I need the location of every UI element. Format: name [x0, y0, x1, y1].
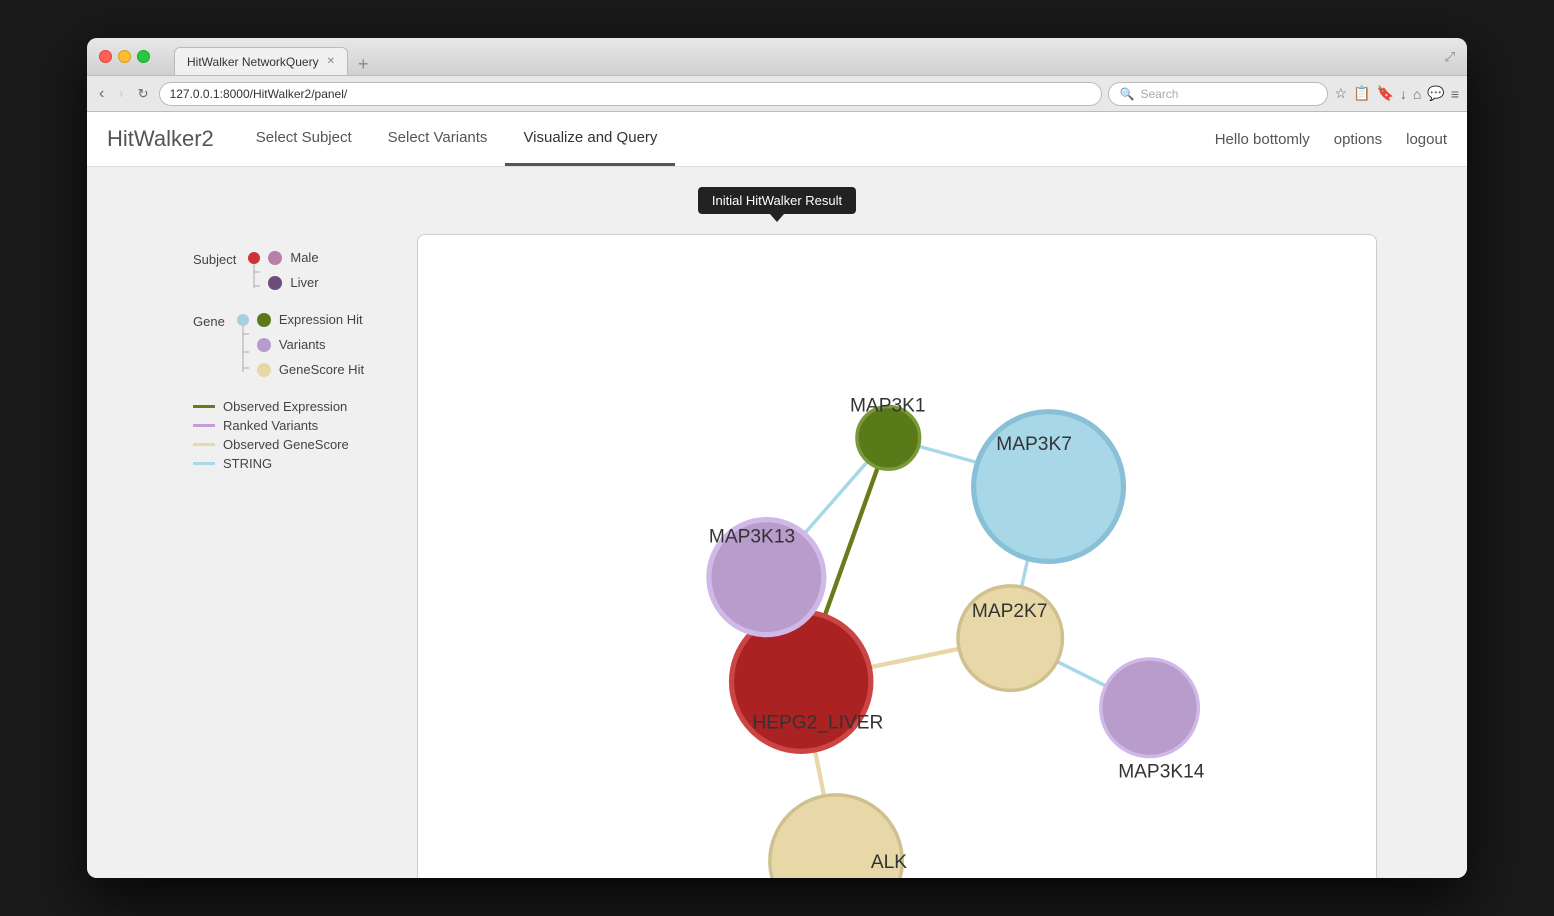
expand-icon: ⤢: [1445, 49, 1455, 65]
observed-genescore-label: Observed GeneScore: [223, 437, 349, 452]
liver-node-icon: [268, 276, 282, 290]
legend-gene-section: Gene Expression Hit: [193, 312, 401, 383]
gene-tree-lines: [235, 312, 251, 378]
subject-tree-nodes: Male Liver: [268, 250, 318, 296]
legend-row-liver: Liver: [268, 275, 318, 290]
logout-link[interactable]: logout: [1406, 131, 1447, 148]
window-controls: [99, 50, 150, 63]
gene-label: Gene: [193, 312, 225, 329]
app-navbar: HitWalker2 Select Subject Select Variant…: [87, 112, 1467, 167]
tooltip-arrow: [770, 214, 784, 222]
expression-label: Expression Hit: [279, 312, 363, 327]
svg-text:MAP3K14: MAP3K14: [1118, 761, 1205, 782]
variants-node-icon: [257, 338, 271, 352]
back-button[interactable]: ‹: [95, 83, 108, 105]
legend-observed-genescore: Observed GeneScore: [193, 437, 401, 452]
svg-text:MAP3K1: MAP3K1: [850, 396, 926, 417]
content-layout: Subject Male: [177, 234, 1377, 878]
browser-window: HitWalker NetworkQuery ✕ + ⤢ ‹ › ↻ 127.0…: [87, 38, 1467, 878]
observed-expression-line: [193, 405, 215, 408]
addressbar: ‹ › ↻ 127.0.0.1:8000/HitWalker2/panel/ 🔍…: [87, 76, 1467, 112]
network-panel[interactable]: HEPG2_LIVER MAP3K13 MAP3K1 MAP3K7 MAP2K7: [417, 234, 1377, 878]
string-line: [193, 462, 215, 465]
nav-visualize-query[interactable]: Visualize and Query: [505, 112, 675, 166]
legend-panel: Subject Male: [177, 234, 417, 878]
user-label: Hello bottomly: [1215, 131, 1310, 148]
new-tab-button[interactable]: +: [352, 54, 375, 75]
subject-label: Subject: [193, 250, 236, 267]
svg-text:MAP3K13: MAP3K13: [709, 526, 795, 547]
minimize-button[interactable]: [118, 50, 131, 63]
titlebar: HitWalker NetworkQuery ✕ + ⤢: [87, 38, 1467, 76]
search-bar[interactable]: 🔍 Search: [1108, 82, 1328, 106]
legend-row-variants: Variants: [257, 337, 364, 352]
genescore-label: GeneScore Hit: [279, 362, 364, 377]
tab-close-icon[interactable]: ✕: [327, 56, 335, 67]
svg-text:MAP2K7: MAP2K7: [972, 601, 1048, 622]
legend-row-male: Male: [268, 250, 318, 265]
gene-tree-nodes: Expression Hit Variants GeneScore Hit: [257, 312, 364, 383]
ranked-variants-line: [193, 424, 215, 427]
app-content: HitWalker2 Select Subject Select Variant…: [87, 112, 1467, 878]
ranked-variants-label: Ranked Variants: [223, 418, 318, 433]
liver-label: Liver: [290, 275, 318, 290]
app-nav-right: Hello bottomly options logout: [1215, 112, 1447, 166]
forward-button[interactable]: ›: [114, 83, 127, 105]
maximize-button[interactable]: [137, 50, 150, 63]
node-map3k14[interactable]: [1101, 659, 1199, 757]
legend-ranked-variants: Ranked Variants: [193, 418, 401, 433]
chat-icon[interactable]: 💬: [1427, 85, 1444, 102]
reader-icon[interactable]: 📋: [1353, 85, 1370, 102]
expression-node-icon: [257, 313, 271, 327]
nav-select-subject[interactable]: Select Subject: [238, 112, 370, 166]
bookmark-icon[interactable]: ☆: [1334, 85, 1347, 102]
svg-text:HEPG2_LIVER: HEPG2_LIVER: [752, 713, 883, 734]
observed-genescore-line: [193, 443, 215, 446]
pocket-icon[interactable]: 🔖: [1376, 85, 1393, 102]
legend-edges: Observed Expression Ranked Variants Obse…: [193, 399, 401, 471]
close-button[interactable]: [99, 50, 112, 63]
string-label: STRING: [223, 456, 272, 471]
legend-subject-section: Subject Male: [193, 250, 401, 296]
legend-row-genescore: GeneScore Hit: [257, 362, 364, 377]
toolbar-icons: ☆ 📋 🔖 ↓ ⌂ 💬 ≡: [1334, 85, 1459, 102]
main-area: Initial HitWalker Result Subject: [87, 167, 1467, 878]
observed-expression-label: Observed Expression: [223, 399, 347, 414]
tab-title: HitWalker NetworkQuery: [187, 55, 319, 69]
search-placeholder: Search: [1140, 87, 1178, 101]
url-text: 127.0.0.1:8000/HitWalker2/panel/: [170, 87, 348, 101]
svg-text:ALK: ALK: [871, 852, 907, 873]
menu-icon[interactable]: ≡: [1451, 86, 1459, 102]
url-bar[interactable]: 127.0.0.1:8000/HitWalker2/panel/: [159, 82, 1103, 106]
legend-row-expression: Expression Hit: [257, 312, 364, 327]
browser-tab[interactable]: HitWalker NetworkQuery ✕: [174, 47, 348, 75]
legend-string: STRING: [193, 456, 401, 471]
refresh-button[interactable]: ↻: [134, 84, 153, 104]
subject-tree-lines: [246, 250, 262, 294]
network-graph: HEPG2_LIVER MAP3K13 MAP3K1 MAP3K7 MAP2K7: [418, 235, 1376, 878]
svg-text:MAP3K7: MAP3K7: [996, 434, 1072, 455]
nav-select-variants[interactable]: Select Variants: [370, 112, 506, 166]
tooltip-box: Initial HitWalker Result: [698, 187, 856, 214]
search-icon: 🔍: [1119, 87, 1134, 101]
app-nav-items: Select Subject Select Variants Visualize…: [238, 112, 676, 166]
male-label: Male: [290, 250, 318, 265]
download-icon[interactable]: ↓: [1400, 86, 1407, 102]
male-node-icon: [268, 251, 282, 265]
options-link[interactable]: options: [1334, 131, 1382, 148]
legend-observed-expression: Observed Expression: [193, 399, 401, 414]
genescore-node-icon: [257, 363, 271, 377]
tab-bar: HitWalker NetworkQuery ✕ +: [174, 38, 374, 75]
app-brand: HitWalker2: [107, 112, 238, 166]
home-icon[interactable]: ⌂: [1413, 86, 1421, 102]
variants-label: Variants: [279, 337, 326, 352]
tooltip-container: Initial HitWalker Result: [698, 187, 856, 222]
